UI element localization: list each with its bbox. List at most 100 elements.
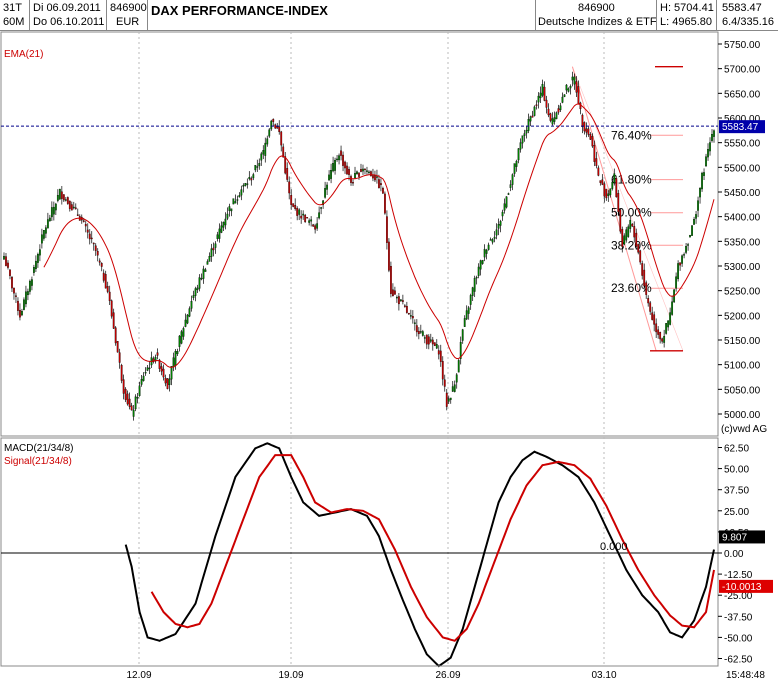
candle-body (290, 195, 293, 205)
candle-body (405, 305, 408, 313)
candle-body (220, 225, 223, 233)
candle-body (288, 181, 291, 194)
candle-body (176, 351, 179, 355)
candle-body (94, 245, 97, 251)
candle-body (25, 291, 27, 305)
candle-body (60, 191, 63, 199)
candle-body (172, 357, 175, 368)
candle-body (467, 307, 470, 314)
price-tick-label: 5250.00 (724, 287, 761, 298)
candle-body (130, 405, 133, 411)
candle-body (218, 228, 221, 239)
candle-body (665, 323, 668, 334)
candle-body (382, 188, 384, 194)
candle-body (645, 282, 648, 295)
candle-body (489, 239, 492, 241)
price-tick-label: 5500.00 (724, 163, 761, 174)
candle-body (401, 300, 404, 302)
candle-body (56, 195, 59, 201)
candle-body (651, 312, 654, 320)
candle-body (455, 374, 458, 383)
candle-body (615, 178, 618, 198)
candle-body (306, 216, 309, 219)
candle-body (599, 180, 602, 183)
candle-body (144, 372, 147, 374)
candle-body (19, 310, 21, 318)
candle-body (358, 172, 360, 177)
candle-body (252, 174, 255, 179)
candle-body (583, 122, 586, 132)
candle-body (92, 242, 95, 245)
candle-body (166, 378, 169, 389)
candle-body (37, 254, 39, 263)
candle-body (35, 260, 37, 270)
candle-body (441, 361, 444, 380)
candle-body (711, 134, 713, 141)
candle-body (669, 312, 672, 325)
candle-body (539, 92, 542, 99)
candle-body (543, 86, 546, 101)
candle-body (310, 219, 313, 222)
candle-body (216, 234, 219, 239)
legend-ema: EMA(21) (4, 49, 43, 60)
candle-body (565, 84, 568, 91)
candle-body (11, 276, 13, 289)
candle-body (246, 183, 249, 185)
candle-body (274, 124, 277, 129)
candle-body (495, 229, 498, 236)
candle-body (44, 227, 47, 234)
candle-body (46, 219, 49, 229)
candle-body (647, 298, 650, 304)
candle-body (9, 269, 11, 276)
candle-body (198, 277, 201, 289)
candle-body (603, 183, 606, 197)
candle-body (350, 176, 352, 183)
candle-body (50, 207, 53, 218)
macd-tick-label: -62.50 (724, 655, 753, 666)
candle-body (689, 235, 691, 238)
x-tick-label: 26.09 (435, 670, 460, 681)
price-tick-label: 5700.00 (724, 65, 761, 76)
candle-body (701, 172, 703, 190)
candle-body (126, 393, 129, 405)
price-tick-label: 5350.00 (724, 237, 761, 248)
candle-body (286, 168, 289, 180)
candle-body (535, 104, 538, 106)
candle-body (477, 266, 480, 276)
candle-body (677, 263, 680, 280)
candle-body (465, 310, 468, 320)
candle-body (21, 310, 23, 316)
macd-line (124, 442, 715, 668)
candle-body (509, 184, 512, 188)
candle-body (555, 112, 558, 120)
candle-body (699, 188, 701, 198)
candle-body (561, 96, 564, 103)
candle-body (316, 223, 319, 229)
macd-zero-label: 0.000 (600, 541, 628, 553)
candle-body (328, 174, 330, 181)
price-panel-frame (0, 31, 719, 437)
legend-signal: Signal(21/34/8) (4, 456, 72, 467)
candle-body (613, 173, 616, 183)
candle-body (559, 105, 562, 111)
candle-body (314, 225, 317, 230)
candle-body (102, 272, 105, 281)
candle-body (114, 327, 117, 344)
candle-body (212, 247, 215, 251)
candle-body (248, 177, 251, 180)
candle-body (473, 278, 476, 292)
candle-body (471, 287, 474, 296)
candle-body (17, 300, 19, 311)
candle-body (643, 269, 646, 287)
candle-body (415, 325, 418, 333)
candle-body (585, 128, 588, 133)
candle-body (513, 163, 516, 174)
candle-body (705, 156, 707, 167)
candle-body (234, 201, 237, 204)
fib-level-label: 76.40% (611, 128, 652, 142)
candle-body (547, 108, 550, 116)
candle-body (196, 287, 199, 291)
last-price-label: 5583.47 (722, 122, 759, 133)
candle-body (491, 239, 494, 243)
price-tick-label: 5150.00 (724, 336, 761, 347)
